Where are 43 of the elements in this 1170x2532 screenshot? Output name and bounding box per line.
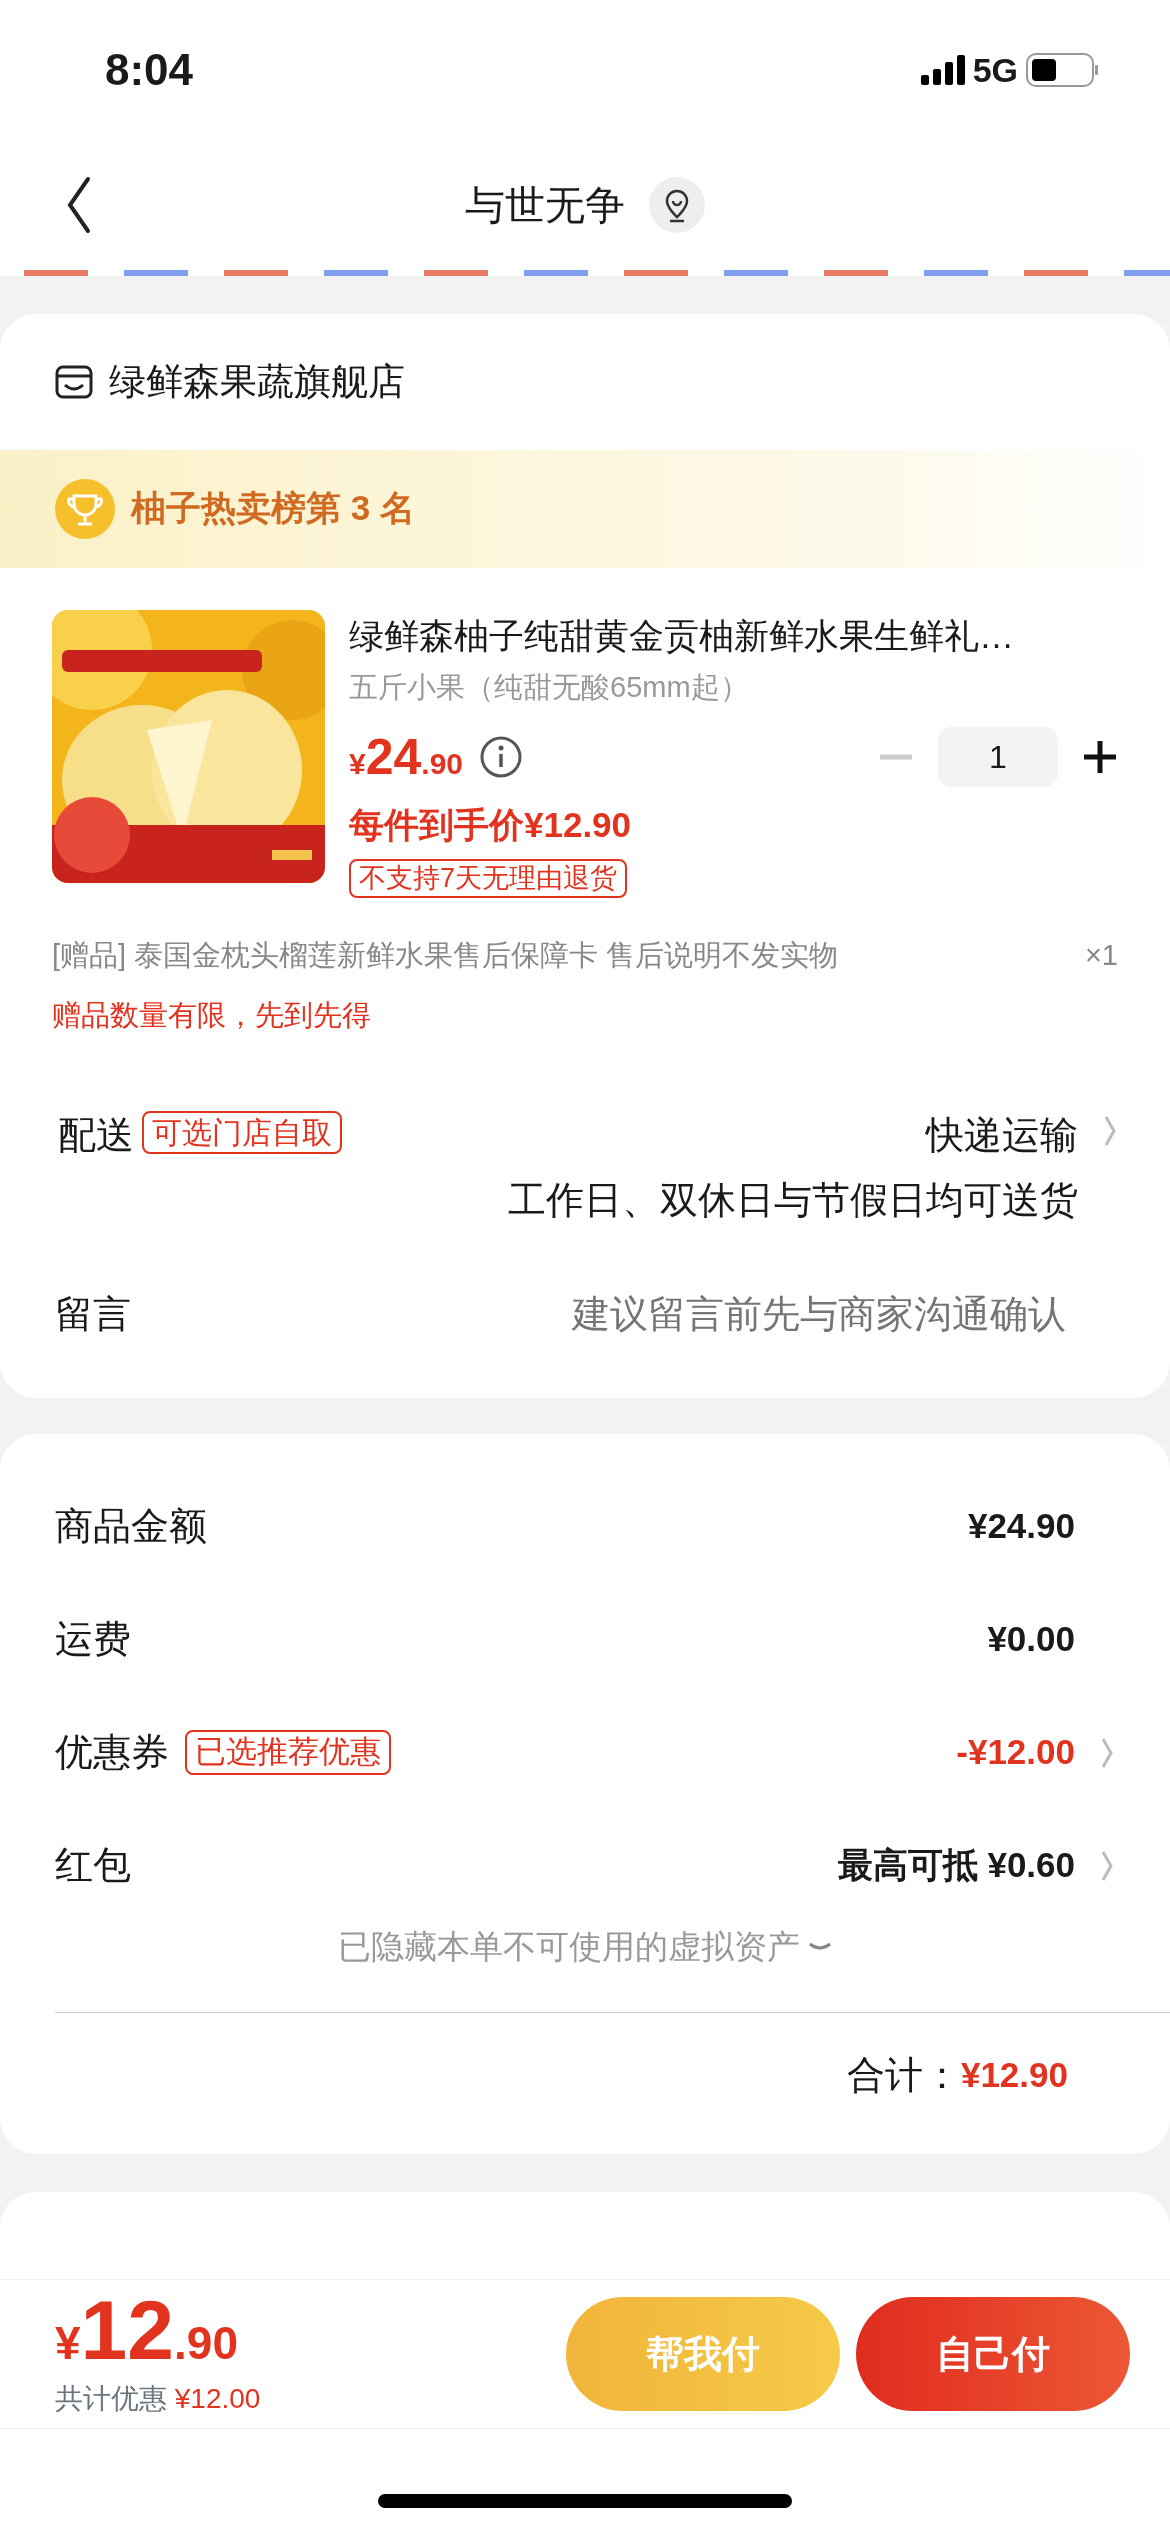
store-name: 绿鲜森果蔬旗舰店 <box>109 360 405 404</box>
message-field[interactable]: 建议留言前先与商家沟通确认 <box>508 1285 1068 1345</box>
ranking-text: 柚子热卖榜第 3 名 <box>131 487 415 530</box>
each-price: 每件到手价¥12.90 <box>349 803 633 846</box>
coupon-tag: 已选推荐优惠 <box>185 1730 391 1775</box>
total-label: 合计： <box>846 2052 961 2098</box>
summary-value: ¥0.00 <box>987 1618 1075 1661</box>
hidden-assets-note[interactable]: 已隐藏本单不可使用的虚拟资产 <box>338 1922 800 1972</box>
summary-value[interactable]: 最高可抵 ¥0.60 <box>837 1839 1075 1892</box>
pickup-tag: 可选门店自取 <box>142 1111 342 1155</box>
product-title: 绿鲜森柚子纯甜黄金贡柚新鲜水果生鲜礼… <box>349 614 1015 657</box>
return-policy-tag: 不支持7天无理由退货 <box>349 859 628 899</box>
message-label: 留言 <box>55 1292 131 1338</box>
info-icon[interactable] <box>479 735 524 779</box>
summary-label: 运费 <box>55 1617 131 1663</box>
store-icon <box>55 363 93 400</box>
delivery-note: 工作日、双休日与节假日均可送货 <box>508 1178 1078 1224</box>
status-time: 8:04 <box>105 44 194 96</box>
network-label: 5G <box>972 49 1018 91</box>
shipping-method[interactable]: 快递运输 <box>508 1107 1078 1165</box>
gift-line: [赠品] 泰国金枕头榴莲新鲜水果售后保障卡 售后说明不发实物 <box>52 938 839 974</box>
trophy-icon <box>55 478 115 539</box>
gift-note: 赠品数量有限，先到先得 <box>51 997 372 1033</box>
delivery-label: 配送 <box>58 1113 134 1159</box>
summary-label: 优惠券 <box>55 1730 169 1776</box>
signal-icon <box>920 55 965 85</box>
summary-value[interactable]: -¥12.00 <box>956 1726 1075 1779</box>
location-pin-icon[interactable] <box>649 177 705 233</box>
summary-label: 商品金额 <box>55 1504 207 1550</box>
pay-button[interactable]: 自己付 <box>856 2297 1130 2411</box>
gift-quantity: ×1 <box>1084 938 1118 974</box>
product-spec: 五斤小果（纯甜无酸65mm起） <box>349 670 750 705</box>
summary-value: ¥24.90 <box>967 1505 1075 1548</box>
saved-amount: ¥12.00 <box>174 2383 261 2414</box>
product-price: ¥24.90 <box>349 727 464 787</box>
quantity-field[interactable]: 1 <box>938 727 1058 787</box>
summary-label: 红包 <box>55 1843 131 1889</box>
page-title: 与世无争 <box>465 182 625 229</box>
plus-icon[interactable] <box>1082 739 1118 775</box>
saved-label: 共计优惠 <box>55 2383 167 2414</box>
total-amount: ¥12.90 <box>960 2053 1068 2096</box>
bottom-total: ¥12.90 <box>55 2288 239 2378</box>
battery-icon <box>1026 53 1098 87</box>
